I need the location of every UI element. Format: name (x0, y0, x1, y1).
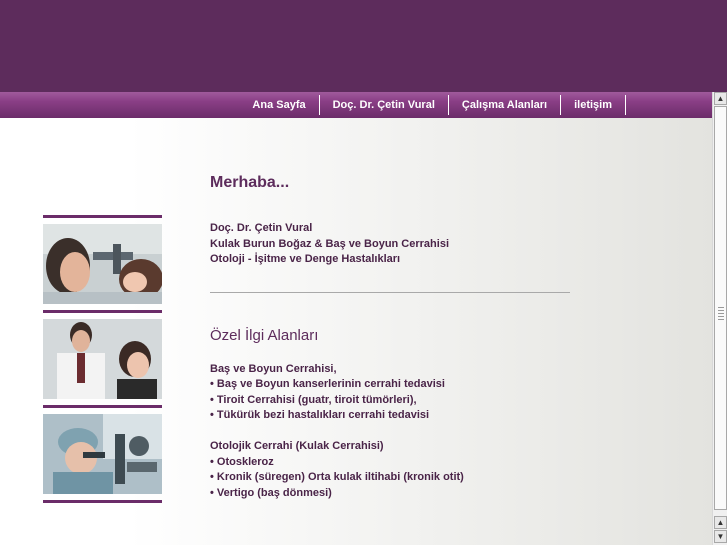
greeting-heading: Merhaba... (210, 174, 290, 191)
nav-work-areas[interactable]: Çalışma Alanları (449, 95, 562, 115)
intro-line: Kulak Burun Boğaz & Baş ve Boyun Cerrahi… (210, 237, 449, 250)
nav-home[interactable]: Ana Sayfa (239, 95, 320, 115)
list-item: • Tiroit Cerrahisi (guatr, tiroit tümörl… (210, 393, 417, 406)
photo-divider (43, 405, 162, 408)
section-title: Özel İlgi Alanları (210, 326, 319, 344)
list-item: Baş ve Boyun Cerrahisi, (210, 362, 337, 375)
photo-divider (43, 310, 162, 313)
photo-column (43, 215, 162, 503)
nav-bar: Ana Sayfa Doç. Dr. Çetin Vural Çalışma A… (0, 92, 712, 118)
list-item: • Baş ve Boyun kanserlerinin cerrahi ted… (210, 378, 445, 390)
intro-text: Doç. Dr. Çetin Vural Kulak Burun Boğaz &… (210, 221, 570, 268)
divider-line (210, 291, 570, 293)
photo-divider (43, 500, 162, 503)
list-item: • Otoskleroz (210, 455, 274, 468)
arrow-up-icon[interactable]: ▲ (714, 516, 727, 529)
photo-divider (43, 215, 162, 218)
scrollbar-thumb[interactable] (714, 106, 727, 510)
list-item: • Vertigo (baş dönmesi) (210, 486, 332, 499)
nav-doctor[interactable]: Doç. Dr. Çetin Vural (320, 95, 449, 115)
list-item: • Tükürük bezi hastalıkları cerrahi teda… (210, 409, 430, 421)
site-header (0, 0, 727, 92)
nav-contact[interactable]: iletişim (561, 95, 626, 115)
photo-ear-exam (43, 224, 162, 304)
main-area: Merhaba... Doç. Dr. Çetin Vural Kulak Bu… (0, 118, 712, 545)
interest-list: Baş ve Boyun Cerrahisi, • Baş ve Boyun k… (210, 362, 570, 502)
photo-consultation (43, 319, 162, 399)
list-item: Otolojik Cerrahi (Kulak Cerrahisi) (210, 440, 384, 452)
photo-surgery (43, 414, 162, 494)
arrow-up-icon[interactable]: ▲ (714, 92, 727, 105)
list-item: • Kronik (süregen) Orta kulak iltihabi (… (210, 471, 464, 483)
content-area: Merhaba... Doç. Dr. Çetin Vural Kulak Bu… (210, 174, 570, 501)
arrow-down-icon[interactable]: ▼ (714, 530, 727, 543)
vertical-scrollbar[interactable]: ▲ ▲ ▼ (712, 92, 727, 545)
intro-line: Otoloji - İşitme ve Denge Hastalıkları (210, 253, 401, 265)
grip-icon (718, 307, 724, 321)
main-nav: Ana Sayfa Doç. Dr. Çetin Vural Çalışma A… (239, 92, 626, 118)
intro-line: Doç. Dr. Çetin Vural (210, 222, 313, 234)
